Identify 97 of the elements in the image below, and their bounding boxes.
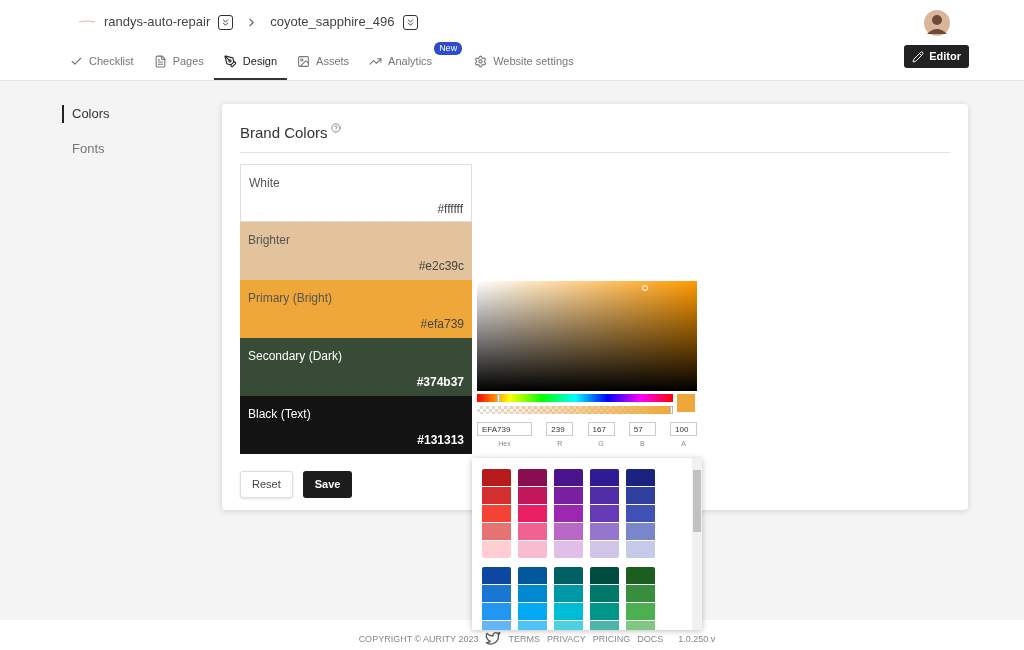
palette-swatch[interactable] [482, 603, 511, 620]
swatch-name: Black (Text) [248, 405, 312, 423]
color-value-field[interactable]: 167 [587, 422, 615, 436]
logo-icon [78, 20, 96, 24]
sidebar-item[interactable]: Fonts [62, 140, 222, 158]
palette-swatch[interactable] [554, 523, 583, 540]
palette-swatch[interactable] [590, 469, 619, 486]
palette-swatch[interactable] [554, 567, 583, 584]
swatch-name: Brighter [248, 231, 292, 249]
reset-button[interactable]: Reset [240, 470, 293, 498]
palette-swatch[interactable] [482, 567, 511, 584]
tab[interactable]: Pages [143, 44, 214, 80]
swatch-name: Primary (Bright) [248, 289, 333, 307]
palette-swatch[interactable] [626, 541, 655, 558]
pencil-icon [912, 50, 925, 63]
tab[interactable]: Checklist [60, 44, 144, 80]
alpha-slider[interactable] [477, 406, 673, 414]
slider-thumb[interactable] [496, 394, 500, 402]
tab[interactable]: Website settings [464, 44, 584, 80]
palette-swatch[interactable] [554, 487, 583, 504]
palette-swatch[interactable] [554, 585, 583, 602]
copyright-text: COPYRIGHT © AURITY 2023 [358, 632, 479, 646]
palette-swatch[interactable] [626, 469, 655, 486]
palette-swatch[interactable] [482, 585, 511, 602]
breadcrumb-link[interactable]: randys-auto-repair [104, 12, 211, 32]
palette-swatch[interactable] [626, 567, 655, 584]
palette-swatch[interactable] [482, 541, 511, 558]
palette-swatch[interactable] [626, 523, 655, 540]
palette-swatch[interactable] [518, 523, 547, 540]
breadcrumb-link[interactable]: coyote_sapphire_496 [270, 12, 395, 32]
color-swatch[interactable]: Secondary (Dark) #374b37 [240, 337, 472, 396]
palette-swatch[interactable] [626, 603, 655, 620]
color-value-field[interactable]: 239 [546, 422, 574, 436]
palette-swatch[interactable] [518, 505, 547, 522]
footer-link[interactable]: PRIVACY [546, 632, 586, 646]
color-value-field[interactable]: EFA739 [477, 422, 532, 436]
palette-swatch[interactable] [518, 541, 547, 558]
tab[interactable]: Assets [287, 44, 360, 80]
palette-swatch[interactable] [590, 487, 619, 504]
scrollbar[interactable] [692, 458, 702, 630]
palette-swatch[interactable] [590, 505, 619, 522]
palette-swatch[interactable] [590, 541, 619, 558]
palette-swatch[interactable] [626, 505, 655, 522]
palette-swatch[interactable] [518, 469, 547, 486]
editor-button[interactable]: Editor [904, 45, 969, 68]
palette-swatch[interactable] [518, 585, 547, 602]
footer-link[interactable]: TERMS [508, 632, 540, 646]
color-value-field[interactable]: 100 [670, 422, 697, 436]
image-icon [297, 54, 311, 68]
save-button[interactable]: Save [302, 470, 353, 498]
palette-swatch[interactable] [554, 603, 583, 620]
color-swatch[interactable]: White #ffffff [240, 163, 472, 222]
card-title: Brand Colors [240, 123, 328, 143]
palette-swatch[interactable] [554, 541, 583, 558]
swatch-hex: #efa739 [420, 315, 464, 333]
dropdown-icon[interactable] [218, 14, 234, 30]
palette-swatch[interactable] [590, 523, 619, 540]
color-preview [677, 394, 695, 412]
palette-swatch[interactable] [590, 603, 619, 620]
new-badge: New [434, 42, 463, 55]
avatar[interactable] [923, 10, 950, 36]
swatch-hex: #ffffff [437, 200, 463, 218]
palette-swatch[interactable] [554, 505, 583, 522]
help-icon[interactable] [330, 123, 341, 133]
swatch-name: Secondary (Dark) [248, 347, 344, 365]
document-icon [153, 54, 167, 68]
palette-swatch[interactable] [482, 505, 511, 522]
palette-swatch[interactable] [626, 487, 655, 504]
palette-swatch[interactable] [482, 523, 511, 540]
tab[interactable]: Design [213, 44, 288, 80]
palette-swatch[interactable] [518, 567, 547, 584]
color-swatch[interactable]: Black (Text) #131313 [240, 395, 472, 454]
palette-swatch[interactable] [554, 469, 583, 486]
palette-swatch[interactable] [590, 567, 619, 584]
swatch-name: White [249, 174, 281, 192]
hue-slider[interactable] [477, 394, 673, 402]
palette-swatch[interactable] [482, 469, 511, 486]
palette-swatch[interactable] [518, 603, 547, 620]
footer-link[interactable]: DOCS [637, 632, 664, 646]
palette-swatch[interactable] [590, 585, 619, 602]
bird-icon[interactable] [485, 630, 502, 646]
swatch-hex: #e2c39c [418, 257, 464, 275]
color-swatch[interactable]: Brighter #e2c39c [240, 221, 472, 280]
pen-icon [223, 54, 237, 68]
palette-swatch[interactable] [482, 487, 511, 504]
color-value-field[interactable]: 57 [628, 422, 656, 436]
swatch-hex: #374b37 [416, 373, 464, 391]
saturation-area[interactable] [477, 281, 697, 391]
palette-swatch[interactable] [518, 487, 547, 504]
settings-icon [474, 54, 488, 68]
version-text: 1.0.250 v [678, 632, 716, 646]
footer-link[interactable]: PRICING [592, 632, 631, 646]
swatch-hex: #131313 [417, 431, 464, 449]
palette-swatch[interactable] [626, 585, 655, 602]
color-swatch[interactable]: Primary (Bright) #efa739 [240, 279, 472, 338]
slider-thumb[interactable] [670, 406, 673, 414]
dropdown-icon[interactable] [402, 14, 418, 30]
